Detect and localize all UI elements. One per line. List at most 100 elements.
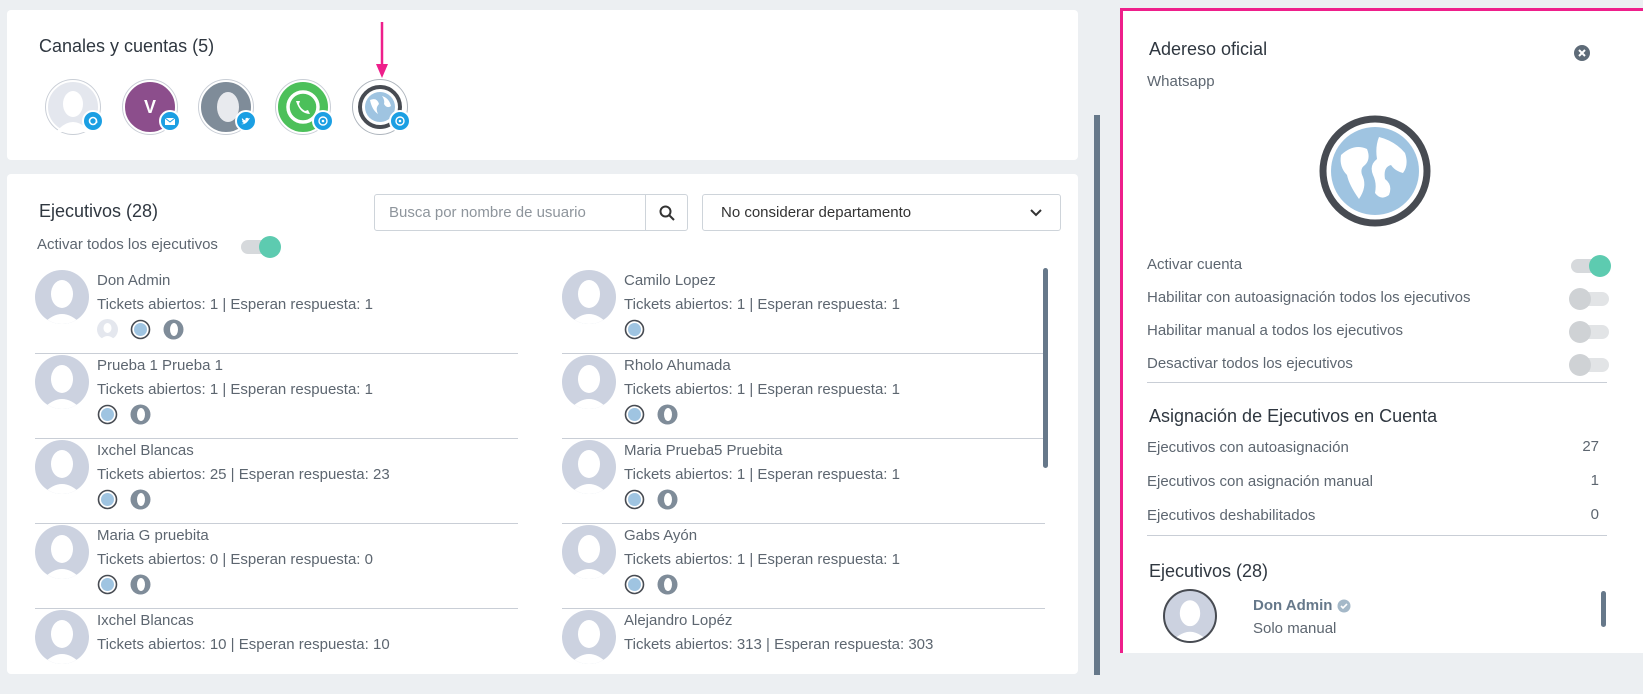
executive-item[interactable]: Maria G pruebita Tickets abiertos: 0 | E… — [35, 525, 518, 609]
channel-generic-avatar[interactable] — [46, 80, 104, 134]
verified-icon — [1337, 599, 1351, 612]
panel-executive-mode: Solo manual — [1253, 620, 1337, 637]
executive-item[interactable]: Ixchel Blancas Tickets abiertos: 25 | Es… — [35, 440, 518, 524]
executive-name: Maria G pruebita — [97, 527, 209, 544]
panel-title: Adereso oficial — [1149, 39, 1268, 59]
panel-executive-name: Don Admin — [1253, 597, 1333, 614]
executive-item[interactable]: Maria Prueba5 Pruebita Tickets abiertos:… — [562, 440, 1045, 524]
avatar — [35, 270, 89, 324]
search-input[interactable] — [374, 194, 646, 231]
egg-icon — [657, 489, 678, 510]
executives-scrollbar[interactable] — [1043, 268, 1048, 468]
executive-stats: Tickets abiertos: 313 | Esperan respuest… — [624, 636, 934, 653]
divider — [1147, 535, 1607, 536]
channel-v-letter: V — [143, 96, 156, 117]
whatsapp-icon — [389, 110, 411, 132]
egg-icon — [130, 489, 151, 510]
executive-name: Rholo Ahumada — [624, 357, 731, 374]
executive-stats: Tickets abiertos: 1 | Esperan respuesta:… — [624, 466, 900, 483]
avatar — [35, 525, 89, 579]
pink-arrow-icon — [376, 22, 388, 78]
assignment-value: 27 — [1582, 438, 1599, 455]
assignment-label: Ejecutivos deshabilitados — [1147, 507, 1316, 524]
search-button[interactable] — [645, 194, 688, 231]
executive-name: Maria Prueba5 Pruebita — [624, 442, 783, 459]
globe-icon — [1319, 115, 1431, 227]
avatar — [35, 440, 89, 494]
executive-name: Alejandro Lopéz — [624, 612, 733, 629]
channels-card: Canales y cuentas (5) — [7, 10, 1078, 160]
toggle-label-activate-account: Activar cuenta — [1147, 256, 1243, 273]
executive-name: Gabs Ayón — [624, 527, 698, 544]
globe-icon — [624, 574, 645, 595]
executive-name: Prueba 1 Prueba 1 — [97, 357, 223, 374]
avatar — [562, 440, 616, 494]
search-icon — [659, 205, 675, 221]
assignment-label: Ejecutivos con asignación manual — [1147, 473, 1373, 490]
whatsapp-icon — [312, 110, 334, 132]
executives-title: Ejecutivos (28) — [39, 201, 159, 221]
panel-executive-item[interactable]: Don Admin — [1253, 597, 1351, 614]
executive-item[interactable]: Gabs Ayón Tickets abiertos: 1 | Esperan … — [562, 525, 1045, 609]
executive-name: Don Admin — [97, 272, 171, 289]
panel-scrollbar[interactable] — [1601, 591, 1606, 627]
assignment-title: Asignación de Ejecutivos en Cuenta — [1149, 406, 1438, 426]
executive-item[interactable]: Alejandro Lopéz Tickets abiertos: 313 | … — [562, 610, 1045, 694]
close-icon[interactable] — [1573, 44, 1591, 62]
autoassign-all-toggle[interactable] — [1569, 288, 1609, 310]
avatar — [35, 610, 89, 664]
globe-icon — [97, 404, 118, 425]
assignment-value: 1 — [1590, 472, 1599, 489]
executive-item[interactable]: Camilo Lopez Tickets abiertos: 1 | Esper… — [562, 270, 1045, 354]
activate-all-toggle[interactable] — [241, 236, 281, 258]
channels-title: Canales y cuentas (5) — [39, 36, 215, 56]
executive-stats: Tickets abiertos: 0 | Esperan respuesta:… — [97, 551, 373, 568]
executive-stats: Tickets abiertos: 1 | Esperan respuesta:… — [97, 296, 373, 313]
activate-account-toggle[interactable] — [1571, 255, 1611, 277]
avatar — [562, 270, 616, 324]
assignment-label: Ejecutivos con autoasignación — [1147, 439, 1349, 456]
globe-icon — [130, 319, 151, 340]
divider — [1147, 382, 1607, 383]
avatar — [562, 610, 616, 664]
egg-icon — [130, 574, 151, 595]
at-icon — [82, 110, 104, 132]
mail-icon — [159, 110, 181, 132]
toggle-label-deactivate: Desactivar todos los ejecutivos — [1147, 355, 1353, 372]
egg-icon — [130, 404, 151, 425]
channel-globe-avatar[interactable] — [353, 80, 411, 134]
page-scrollbar[interactable] — [1094, 115, 1100, 675]
department-select-value: No considerar departamento — [721, 204, 912, 221]
twitter-icon — [235, 110, 257, 132]
panel-executives-title: Ejecutivos (28) — [1149, 561, 1269, 581]
executive-name: Ixchel Blancas — [97, 612, 194, 629]
executive-item[interactable]: Don Admin Tickets abiertos: 1 | Esperan … — [35, 270, 518, 354]
egg-icon — [163, 319, 184, 340]
executive-item[interactable]: Ixchel Blancas Tickets abiertos: 10 | Es… — [35, 610, 518, 694]
globe-icon — [624, 319, 645, 340]
executive-name: Ixchel Blancas — [97, 442, 194, 459]
activate-all-label: Activar todos los ejecutivos — [37, 236, 218, 253]
department-select[interactable]: No considerar departamento — [702, 194, 1061, 231]
executive-stats: Tickets abiertos: 1 | Esperan respuesta:… — [624, 551, 900, 568]
executive-name: Camilo Lopez — [624, 272, 716, 289]
executive-stats: Tickets abiertos: 1 | Esperan respuesta:… — [624, 296, 900, 313]
avatar — [562, 355, 616, 409]
manual-all-toggle[interactable] — [1569, 321, 1609, 343]
executive-item[interactable]: Prueba 1 Prueba 1 Tickets abiertos: 1 | … — [35, 355, 518, 439]
channel-twitter-avatar[interactable] — [199, 80, 257, 134]
toggle-label-manual: Habilitar manual a todos los ejecutivos — [1147, 322, 1403, 339]
channel-whatsapp-avatar[interactable] — [276, 80, 334, 134]
avatar — [1163, 589, 1217, 643]
executive-item[interactable]: Rholo Ahumada Tickets abiertos: 1 | Espe… — [562, 355, 1045, 439]
chevron-down-icon — [1030, 208, 1042, 216]
account-detail-panel: Adereso oficial Whatsapp Activar cuenta … — [1120, 8, 1643, 653]
executive-stats: Tickets abiertos: 10 | Esperan respuesta… — [97, 636, 390, 653]
avatar — [35, 355, 89, 409]
user-channel-icon — [97, 319, 118, 340]
toggle-label-autoassign: Habilitar con autoasignación todos los e… — [1147, 289, 1471, 306]
egg-icon — [657, 574, 678, 595]
deactivate-all-toggle[interactable] — [1569, 354, 1609, 376]
avatar — [562, 525, 616, 579]
channel-v-avatar[interactable]: V — [123, 80, 181, 134]
